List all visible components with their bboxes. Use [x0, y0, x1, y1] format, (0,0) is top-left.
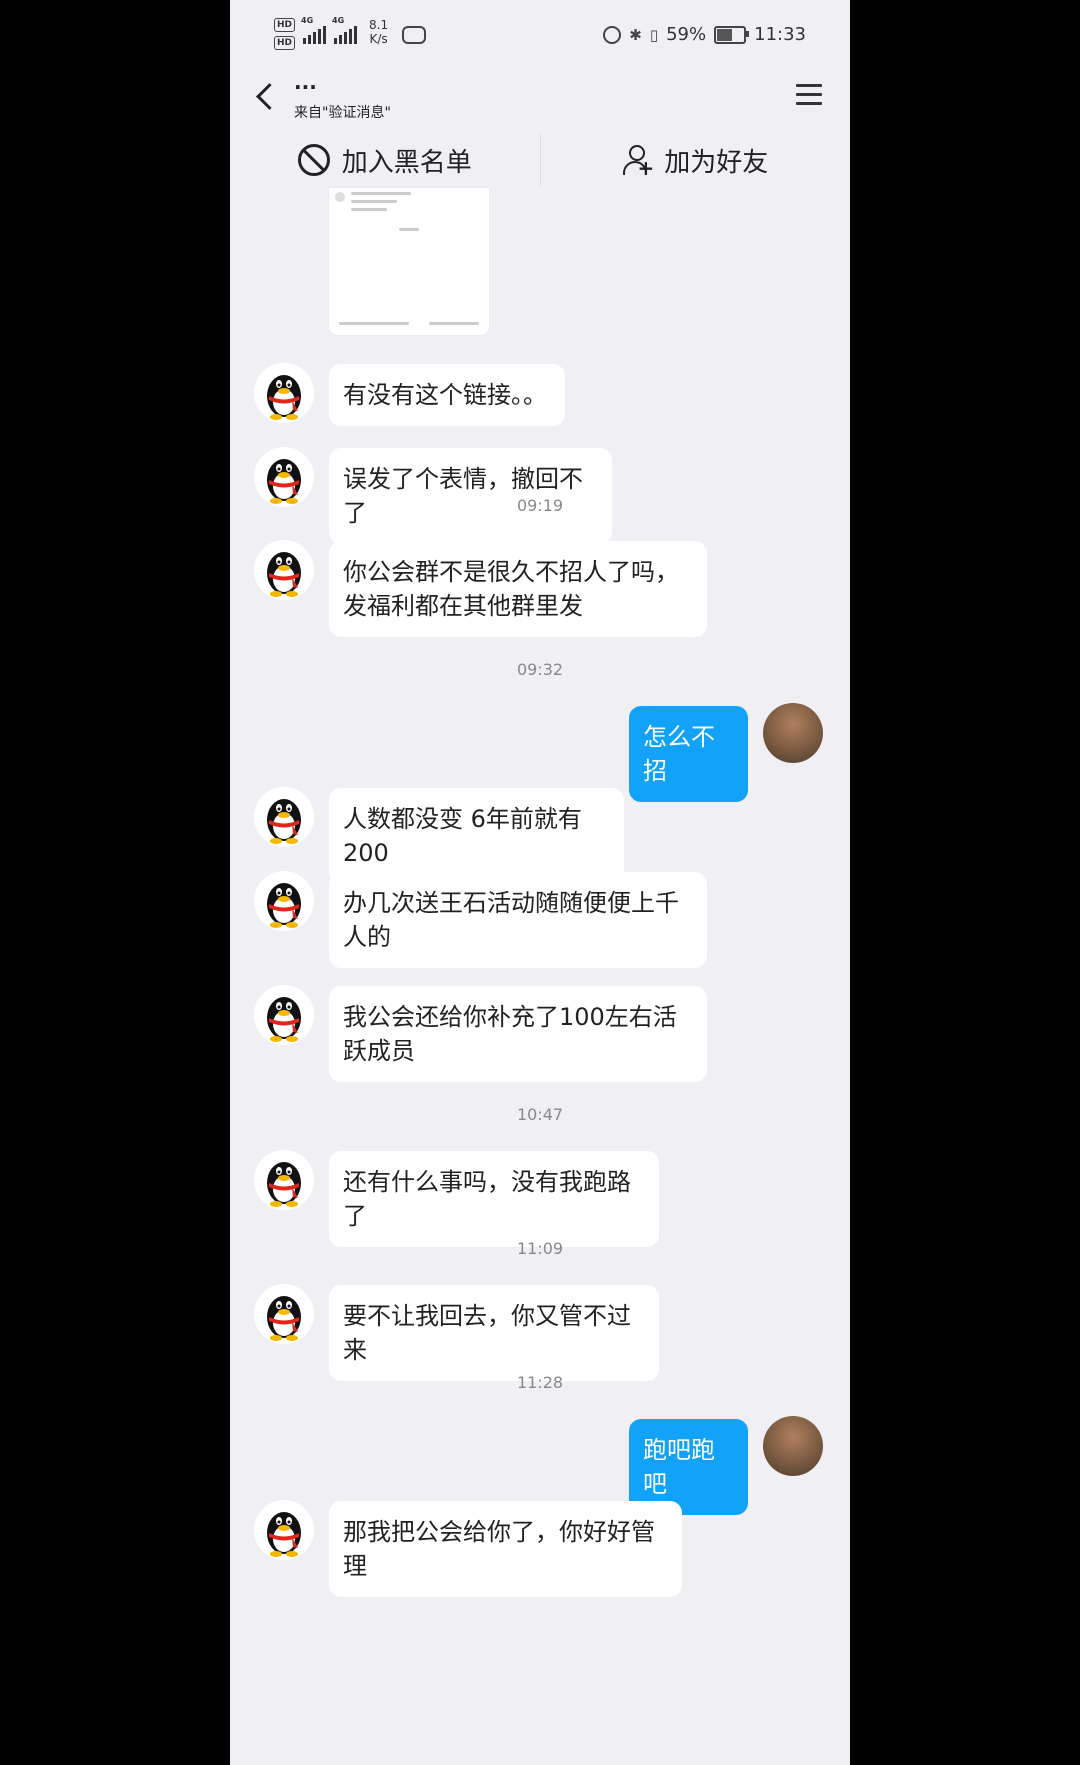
message-bubble[interactable]: 办几次送王石活动随随便便上千人的: [329, 872, 707, 968]
message-bubble[interactable]: 有没有这个链接。。: [329, 364, 565, 426]
contact-avatar[interactable]: [254, 1150, 314, 1210]
vibrate-icon: ▯: [649, 25, 659, 44]
contact-avatar[interactable]: [254, 871, 314, 931]
my-avatar[interactable]: [763, 1416, 823, 1476]
status-bar: HD HD 4G 4G 8.1 K/s ✱ ▯ 59% 11:33: [230, 0, 850, 70]
message-bubble[interactable]: 你公会群不是很久不招人了吗，发福利都在其他群里发: [329, 541, 707, 637]
timestamp: 11:28: [516, 1373, 564, 1392]
shared-screenshot-thumbnail[interactable]: [329, 188, 489, 335]
gamepad-icon: [402, 26, 427, 44]
contact-avatar[interactable]: [254, 1500, 314, 1560]
block-label: 加入黑名单: [341, 147, 472, 178]
clock: 11:33: [754, 24, 806, 45]
contact-name: ...: [294, 70, 317, 94]
battery-percent: 59%: [666, 24, 707, 45]
message-bubble[interactable]: 怎么不招: [629, 706, 748, 802]
timestamp: 11:09: [516, 1239, 564, 1258]
message-bubble[interactable]: 人数都没变 6年前就有200: [329, 788, 624, 884]
message-bubble[interactable]: 我公会还给你补充了100左右活跃成员: [329, 986, 707, 1082]
timestamp: 09:32: [516, 660, 564, 679]
block-icon: [297, 144, 330, 176]
block-button[interactable]: 加入黑名单: [230, 132, 540, 188]
timestamp: 09:19: [516, 496, 564, 515]
add-friend-label: 加为好友: [664, 147, 769, 178]
bluetooth-icon: ✱: [629, 25, 642, 44]
title-bar: ... 来自"验证消息": [230, 70, 850, 132]
alarm-icon: [603, 25, 622, 44]
chat-area[interactable]: 有没有这个链接。。 误发了个表情，撤回不了 09:19 你公会群不是很久不招人了吗，发…: [230, 188, 850, 1765]
signal-icon: 4G: [301, 16, 327, 44]
message-bubble[interactable]: 要不让我回去，你又管不过来: [329, 1285, 659, 1381]
contact-avatar[interactable]: [254, 1284, 314, 1344]
message-bubble[interactable]: 还有什么事吗，没有我跑路了: [329, 1151, 659, 1247]
contact-avatar[interactable]: [254, 540, 314, 600]
hd-badge: HD: [274, 18, 296, 32]
add-friend-button[interactable]: + 加为好友: [541, 132, 851, 188]
contact-avatar[interactable]: [254, 787, 314, 847]
message-bubble[interactable]: 那我把公会给你了，你好好管理: [329, 1501, 682, 1597]
timestamp: 10:47: [516, 1105, 564, 1124]
battery-icon: [714, 25, 750, 44]
phone-screen: HD HD 4G 4G 8.1 K/s ✱ ▯ 59% 11:33 ... 来自…: [230, 0, 850, 1765]
net-speed: 8.1 K/s: [369, 18, 389, 46]
menu-icon[interactable]: [796, 84, 822, 108]
hd-badge: HD: [274, 36, 296, 50]
contact-avatar[interactable]: [254, 985, 314, 1045]
add-friend-icon: +: [622, 144, 654, 178]
contact-avatar[interactable]: [254, 363, 314, 423]
my-avatar[interactable]: [763, 703, 823, 763]
back-arrow-icon[interactable]: [248, 76, 288, 116]
action-bar: 加入黑名单 + 加为好友: [230, 132, 850, 188]
contact-source: 来自"验证消息": [294, 105, 391, 121]
signal-icon: 4G: [332, 16, 358, 44]
